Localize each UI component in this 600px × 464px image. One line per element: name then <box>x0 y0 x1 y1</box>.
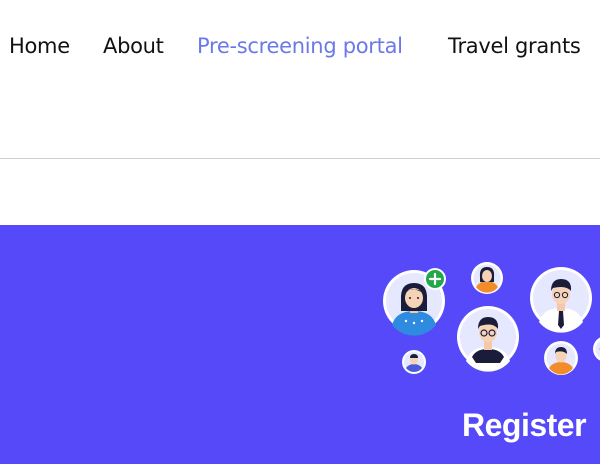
top-navigation: Home About Pre-screening portal Travel g… <box>0 0 600 100</box>
register-button[interactable]: Register <box>462 407 587 444</box>
nav-about-link[interactable]: About <box>103 34 164 58</box>
nav-home-link[interactable]: Home <box>9 34 70 58</box>
man-with-glasses-avatar-icon <box>457 306 519 372</box>
nav-prescreening-portal-link[interactable]: Pre-screening portal <box>197 34 403 58</box>
hero-banner: Register <box>0 225 600 464</box>
small-man-avatar-icon <box>402 350 426 374</box>
header-divider <box>0 158 600 159</box>
partial-avatar-icon <box>593 337 600 361</box>
nav-travel-grants-link[interactable]: Travel grants <box>448 34 581 58</box>
small-man-orange-avatar-icon <box>544 341 578 375</box>
small-woman-avatar-icon <box>471 262 503 294</box>
add-badge-icon <box>424 268 446 290</box>
man-with-tie-avatar-icon <box>530 267 592 333</box>
